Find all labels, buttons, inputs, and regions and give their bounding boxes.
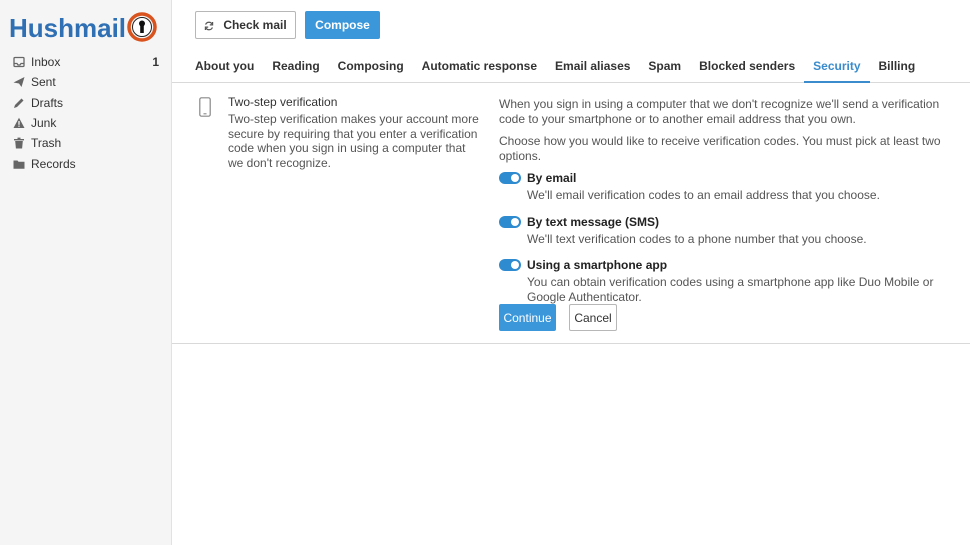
warning-icon <box>13 117 25 129</box>
option-sms: By text message (SMS) We'll text verific… <box>499 215 957 247</box>
folder-icon <box>13 158 25 170</box>
folder-label: Inbox <box>31 55 61 70</box>
tab-composing[interactable]: Composing <box>329 50 413 83</box>
tab-blocked-senders[interactable]: Blocked senders <box>690 50 804 83</box>
unread-count: 1 <box>152 55 159 69</box>
refresh-icon <box>204 20 214 31</box>
folder-label: Junk <box>31 116 57 131</box>
intro-text: When you sign in using a computer that w… <box>499 97 940 126</box>
cancel-button[interactable]: Cancel <box>569 304 617 331</box>
folder-records[interactable]: Records <box>0 153 171 173</box>
smartphone-icon <box>199 97 211 117</box>
verification-options: When you sign in using a computer that w… <box>499 97 957 304</box>
sms-toggle[interactable] <box>499 215 521 228</box>
folder-sent[interactable]: Sent <box>0 72 171 92</box>
two-step-verification-panel: Two-step verification Two-step verificat… <box>172 84 970 344</box>
folder-list: Inbox 1 Sent Drafts Junk Trash Records <box>0 52 171 174</box>
folder-inbox[interactable]: Inbox 1 <box>0 52 171 72</box>
check-mail-button[interactable]: Check mail <box>195 11 296 39</box>
folder-label: Drafts <box>31 95 64 110</box>
smartphone-app-toggle[interactable] <box>499 259 521 271</box>
continue-button[interactable]: Continue <box>499 304 556 331</box>
section-description: Two-step verification makes your account… <box>228 112 479 170</box>
option-description: You can obtain verification codes using … <box>527 275 934 304</box>
logo-text: Hushmail <box>9 13 126 43</box>
tab-about-you[interactable]: About you <box>186 50 263 83</box>
folder-junk[interactable]: Junk <box>0 113 171 133</box>
tab-billing[interactable]: Billing <box>870 50 925 83</box>
toolbar: Check mail Compose <box>195 11 380 39</box>
email-toggle[interactable] <box>499 172 521 184</box>
pencil-icon <box>13 97 25 109</box>
section-title: Two-step verification <box>228 95 338 109</box>
tab-spam[interactable]: Spam <box>639 50 690 83</box>
option-description: We'll text verification codes to a phone… <box>527 231 867 246</box>
option-smartphone-app: Using a smartphone app You can obtain ve… <box>499 258 957 304</box>
folder-trash[interactable]: Trash <box>0 133 171 153</box>
option-title: By text message (SMS) <box>527 214 660 229</box>
settings-tabs: About you Reading Composing Automatic re… <box>172 50 970 83</box>
option-title: Using a smartphone app <box>527 258 668 272</box>
form-actions: Continue Cancel <box>499 304 617 331</box>
tab-security[interactable]: Security <box>804 50 870 83</box>
folder-label: Trash <box>31 136 62 151</box>
folder-label: Sent <box>31 75 56 90</box>
check-mail-label: Check mail <box>223 18 287 32</box>
option-email: By email We'll email verification codes … <box>499 171 957 203</box>
tab-email-aliases[interactable]: Email aliases <box>546 50 639 83</box>
option-title: By email <box>527 171 577 185</box>
inbox-icon <box>13 56 25 68</box>
trash-icon <box>13 137 25 149</box>
paper-plane-icon <box>13 76 25 88</box>
compose-button[interactable]: Compose <box>305 11 380 39</box>
tab-automatic-response[interactable]: Automatic response <box>413 50 546 83</box>
folder-drafts[interactable]: Drafts <box>0 93 171 113</box>
hushmail-logo[interactable]: Hushmail <box>9 11 161 45</box>
tab-reading[interactable]: Reading <box>263 50 328 83</box>
main-content: Check mail Compose About you Reading Com… <box>172 0 970 545</box>
option-description: We'll email verification codes to an ema… <box>527 188 880 202</box>
sidebar: Hushmail Inbox 1 Sent Drafts Junk Trash … <box>0 0 172 545</box>
folder-label: Records <box>31 156 76 171</box>
choose-text: Choose how you would like to receive ver… <box>499 134 941 163</box>
